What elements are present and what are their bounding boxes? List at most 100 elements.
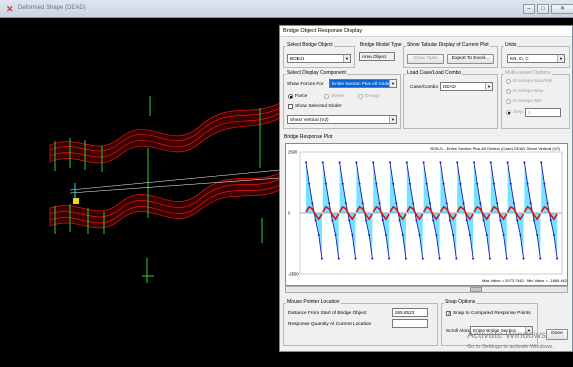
bridge-model-drawing	[49, 96, 280, 283]
minimize-button[interactable]: –	[523, 4, 535, 14]
data-point	[556, 257, 559, 260]
show-selected-girder-checkbox[interactable]	[288, 104, 293, 109]
data-point	[328, 202, 331, 205]
show-table-button[interactable]: Show Table	[407, 54, 444, 64]
dialog-title: Bridge Object Response Display	[283, 28, 363, 34]
data-point	[389, 161, 391, 164]
deformed-shape-viewport[interactable]	[0, 18, 280, 367]
data-point	[381, 219, 384, 222]
snap-checkbox[interactable]: ✓	[446, 311, 451, 317]
close-button[interactable]: ✕	[551, 4, 573, 14]
plot-horizontal-scrollbar[interactable]	[285, 286, 568, 293]
activate-windows-title: Activate Windows	[467, 330, 546, 341]
step-value: 1	[528, 110, 531, 115]
data-point	[482, 219, 485, 222]
response-quantity-label: Response Quantity At Current Location	[288, 322, 372, 327]
data-point	[496, 202, 499, 205]
maximize-button[interactable]: □	[537, 4, 549, 14]
data-point	[452, 233, 455, 236]
data-point	[392, 182, 395, 185]
data-point	[320, 257, 323, 260]
data-point	[422, 161, 425, 164]
design-radio[interactable]	[358, 94, 363, 99]
stress-radio[interactable]	[324, 94, 329, 99]
component-value: Shear Vertical (V2)	[290, 117, 329, 122]
dialog-titlebar: Bridge Object Response Display	[280, 26, 572, 37]
data-point	[540, 161, 543, 164]
bridge-object-label: Select Bridge Object	[286, 42, 334, 48]
data-point	[358, 182, 361, 185]
window-title: Deformed Shape (DEAD)	[18, 5, 86, 11]
step-input[interactable]: 1	[525, 108, 561, 117]
step-radio[interactable]	[506, 110, 511, 115]
load-case-label: Load Case/Load Combo	[406, 70, 463, 76]
response-plot-area[interactable]: BOBJ1 - Entire Section Plus All Girders …	[285, 143, 568, 286]
data-point	[317, 233, 320, 236]
chevron-down-icon: ▼	[343, 55, 350, 62]
data-point	[338, 161, 341, 164]
data-point	[361, 202, 364, 205]
export-to-excel-button[interactable]: Export To Excel...	[447, 54, 494, 64]
data-point	[476, 182, 479, 185]
data-point	[509, 182, 512, 185]
data-point	[523, 161, 526, 164]
scrollbar-thumb[interactable]	[470, 287, 482, 292]
envelope-min-radio[interactable]	[506, 99, 511, 104]
component-dropdown[interactable]: Shear Vertical (V2) ▼	[287, 115, 397, 124]
data-point	[473, 161, 475, 164]
data-point	[344, 202, 347, 205]
data-point	[526, 182, 529, 185]
bridge-model-type-field: Area Object	[359, 52, 395, 61]
activate-windows-subtitle: Go to Settings to activate Windows.	[467, 344, 554, 350]
force-label: Force	[295, 94, 308, 99]
data-point	[439, 161, 442, 164]
data-point	[425, 182, 428, 185]
data-point	[456, 161, 459, 164]
lower-girder-mesh	[49, 172, 280, 229]
data-point	[368, 233, 371, 236]
response-plot-label: Bridge Response Plot	[283, 134, 334, 140]
show-selected-girder-label: Show Selected Girder	[295, 104, 342, 109]
data-point	[395, 202, 398, 205]
data-point	[401, 233, 404, 236]
bridge-object-dropdown[interactable]: BOBJ1 ▼	[287, 54, 351, 63]
data-point	[398, 219, 401, 222]
data-point	[506, 161, 509, 164]
data-point	[404, 257, 407, 260]
data-point	[435, 233, 438, 236]
units-dropdown[interactable]: KN, m, C ▼	[507, 54, 565, 63]
data-point	[502, 233, 505, 236]
data-point	[485, 233, 488, 236]
data-point	[472, 257, 475, 260]
data-point	[488, 257, 491, 260]
distance-field: 265.8523	[392, 308, 428, 317]
data-point	[445, 202, 448, 205]
data-point	[354, 257, 357, 260]
data-point	[505, 257, 508, 260]
data-point	[331, 219, 334, 222]
data-point	[462, 202, 465, 205]
case-combo-dropdown[interactable]: DEAD ▼	[440, 82, 493, 91]
data-point	[388, 257, 391, 260]
done-button[interactable]: Done	[546, 329, 568, 340]
force-radio[interactable]	[288, 94, 293, 99]
data-point	[405, 161, 408, 164]
data-point	[428, 202, 431, 205]
chart-title: BOBJ1 - Entire Section Plus All Girders …	[430, 146, 560, 151]
data-point	[438, 257, 441, 260]
data-point	[408, 182, 411, 185]
data-point	[355, 161, 358, 164]
envelope-max-min-radio[interactable]	[506, 79, 511, 84]
show-forces-for-value: Entire Section Plus All Girders	[332, 81, 394, 86]
data-point	[418, 233, 421, 236]
data-point	[516, 219, 519, 222]
data-point	[512, 202, 515, 205]
bridge-response-dialog: Bridge Object Response Display Select Br…	[279, 25, 573, 352]
show-forces-for-label: Show Forces For	[287, 82, 324, 87]
multivalued-label: Multi-valued Options	[504, 70, 552, 76]
data-point	[499, 219, 502, 222]
show-forces-for-dropdown[interactable]: Entire Section Plus All Girders ▼	[329, 79, 397, 88]
envelope-max-radio[interactable]	[506, 89, 511, 94]
units-value: KN, m, C	[510, 56, 529, 61]
design-label: Design	[365, 94, 380, 99]
